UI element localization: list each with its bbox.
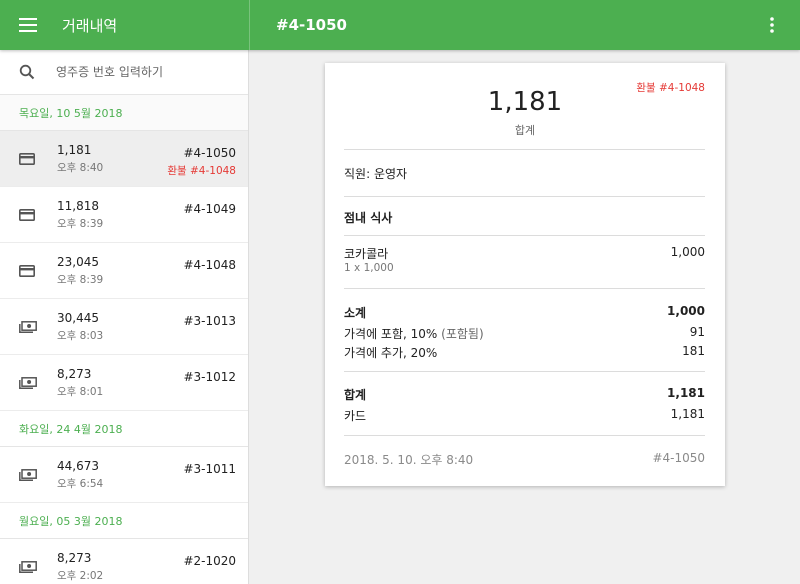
divider (344, 149, 705, 150)
tax-included-label: 가격에 포함, 10% (344, 327, 438, 341)
card-icon (19, 152, 39, 165)
receipt-datetime: 2018. 5. 10. 오후 8:40 (344, 453, 474, 467)
line-item-detail-row: 1 x 1,000 (344, 262, 705, 274)
grand-total-value: 1,181 (667, 386, 705, 400)
employee-label: 직원: 운영자 (344, 167, 408, 181)
receipt-total-amount: 1,181 (487, 87, 563, 117)
transaction-amount: 11,818 (57, 198, 99, 213)
cash-icon (19, 468, 39, 481)
transaction-amount: 44,673 (57, 458, 99, 473)
transaction-time: 오후 2:02 (57, 569, 104, 582)
divider (344, 196, 705, 197)
appbar-divider (249, 0, 250, 50)
transaction-row[interactable]: 1,181 오후 8:40 #4-1050 환불 #4-1048 (0, 131, 248, 187)
tax-added-value: 181 (682, 344, 705, 358)
line-item-price: 1,000 (670, 245, 705, 259)
transaction-time: 오후 8:03 (57, 329, 104, 342)
payment-method-label: 카드 (344, 409, 367, 423)
transaction-amount: 1,181 (57, 142, 92, 157)
transaction-row[interactable]: 11,818 오후 8:39 #4-1049 (0, 187, 248, 243)
card-icon (19, 264, 39, 277)
date-header: 화요일, 24 4월 2018 (0, 411, 248, 447)
receipt-number: #2-1020 (183, 554, 236, 568)
transaction-time: 오후 8:39 (57, 217, 104, 230)
transaction-amount: 30,445 (57, 310, 99, 325)
line-item-row: 코카콜라 1,000 (344, 245, 705, 262)
transaction-time: 오후 6:54 (57, 477, 104, 490)
divider (344, 371, 705, 372)
transaction-time: 오후 8:01 (57, 385, 104, 398)
payment-value: 1,181 (670, 407, 705, 421)
line-item-name: 코카콜라 (344, 247, 389, 261)
employee-row: 직원: 운영자 (344, 165, 705, 182)
cash-icon (19, 376, 39, 389)
detail-title: #4-1050 (276, 16, 347, 34)
divider (344, 288, 705, 289)
transaction-time: 오후 8:40 (57, 161, 104, 174)
subtotal-label: 소계 (344, 306, 367, 320)
transaction-time: 오후 8:39 (57, 273, 104, 286)
search-bar (0, 50, 248, 95)
transaction-row[interactable]: 8,273 오후 8:01 #3-1012 (0, 355, 248, 411)
app-title: 거래내역 (62, 16, 118, 35)
receipt-total-caption: 합계 (514, 124, 536, 137)
transaction-list-pane: 목요일, 10 5월 2018 1,181 오후 8:40 #4-1050 환불 #4-… (0, 50, 249, 584)
search-icon[interactable] (19, 64, 39, 80)
dining-option-row: 점내 식사 (344, 209, 705, 226)
transaction-amount: 8,273 (57, 366, 92, 381)
menu-icon[interactable] (3, 0, 53, 50)
transaction-row[interactable]: 30,445 오후 8:03 #3-1013 (0, 299, 248, 355)
date-header: 월요일, 05 3월 2018 (0, 503, 248, 539)
refund-reference: 환불 #4-1048 (167, 165, 236, 177)
receipt-number: #4-1050 (183, 146, 236, 160)
transaction-list: 목요일, 10 5월 2018 1,181 오후 8:40 #4-1050 환불 #4-… (0, 95, 248, 584)
more-vert-icon[interactable] (760, 13, 784, 37)
receipt-card: 환불 #4-1048 1,181 합계 직원: 운영자 점내 식사 코카콜라 1… (325, 63, 725, 486)
tax-included-note: (포함됨) (441, 327, 484, 341)
payment-row: 카드 1,181 (344, 407, 705, 424)
grand-total-row: 합계 1,181 (344, 386, 705, 403)
receipt-number: #4-1050 (652, 451, 705, 465)
transaction-row[interactable]: 8,273 오후 2:02 #2-1020 (0, 539, 248, 584)
divider (344, 235, 705, 236)
receipt-number: #3-1013 (183, 314, 236, 328)
transaction-row[interactable]: 23,045 오후 8:39 #4-1048 (0, 243, 248, 299)
card-icon (19, 208, 39, 221)
receipt-number: #3-1012 (183, 370, 236, 384)
tax-added-row: 가격에 추가, 20% 181 (344, 344, 705, 361)
divider (344, 435, 705, 436)
transaction-amount: 23,045 (57, 254, 99, 269)
subtotal-row: 소계 1,000 (344, 304, 705, 321)
receipt-search-input[interactable] (56, 65, 236, 79)
tax-included-row: 가격에 포함, 10% (포함됨) 91 (344, 325, 705, 342)
transaction-row[interactable]: 44,673 오후 6:54 #3-1011 (0, 447, 248, 503)
line-item-detail: 1 x 1,000 (344, 262, 394, 274)
receipt-footer: 2018. 5. 10. 오후 8:40 #4-1050 (344, 451, 705, 468)
cash-icon (19, 320, 39, 333)
cash-icon (19, 560, 39, 573)
transaction-amount: 8,273 (57, 550, 92, 565)
date-header: 목요일, 10 5월 2018 (0, 95, 248, 131)
receipt-number: #4-1049 (183, 202, 236, 216)
subtotal-value: 1,000 (667, 304, 705, 318)
receipt-number: #4-1048 (183, 258, 236, 272)
app-bar: 거래내역 #4-1050 (0, 0, 800, 50)
grand-total-label: 합계 (344, 388, 367, 402)
tax-included-value: 91 (689, 325, 705, 339)
receipt-number: #3-1011 (183, 462, 236, 476)
dining-option-label: 점내 식사 (344, 211, 393, 225)
tax-added-label: 가격에 추가, 20% (344, 346, 438, 360)
